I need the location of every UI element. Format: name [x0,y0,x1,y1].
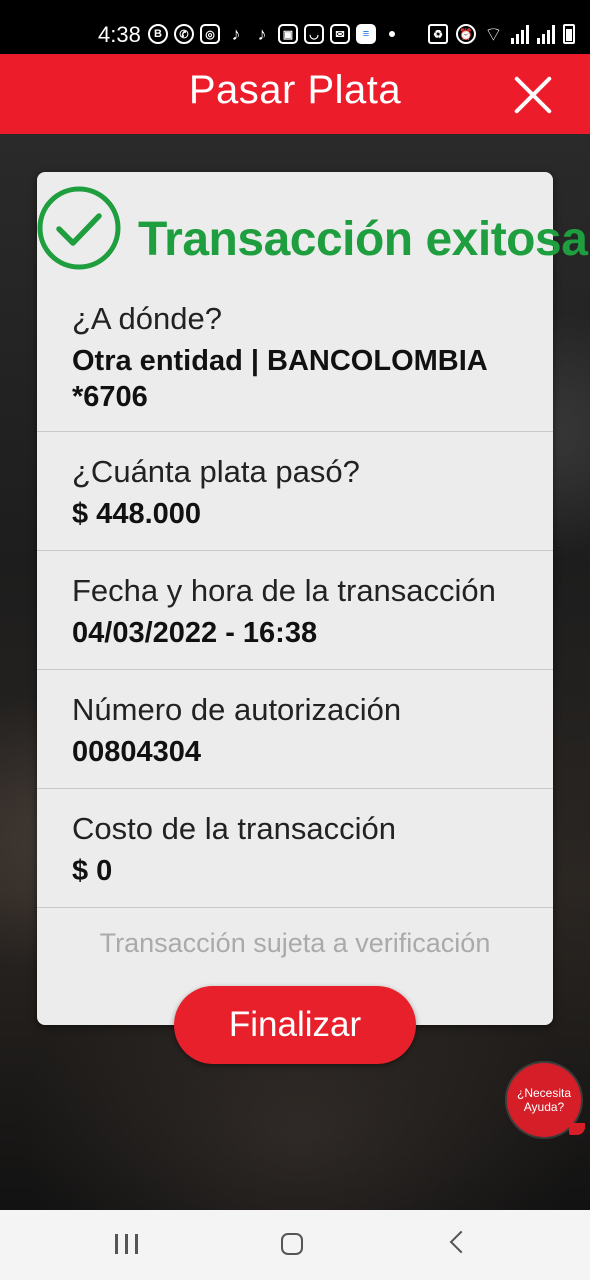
system-icons: ♻ ⏰ ⌔ [428,22,575,46]
outlook-icon: ◡ [304,24,324,44]
instagram-icon: ◎ [200,24,220,44]
signal-icon [510,24,529,44]
destination-row: ¿A dónde? Otra entidad | BANCOLOMBIA *67… [37,285,553,431]
docs-icon: ≡ [356,24,376,44]
tiktok-icon: ♪ [231,23,241,44]
battery-saver-icon: ♻ [428,24,448,44]
alarm-icon: ⏰ [456,24,476,44]
cost-value: $ 0 [72,855,113,887]
status-bar: 4:38 B ✆ ◎ ♪ ♪ ▣ ◡ ✉ ≡ ♻ ⏰ ⌔ [0,0,590,54]
battery-icon [562,24,575,44]
close-icon[interactable] [510,72,556,118]
help-button[interactable]: ¿Necesita Ayuda? [507,1063,585,1137]
destination-value: Otra entidad | BANCOLOMBIA *6706 [72,345,487,413]
authorization-row: Número de autorización 00804304 [37,669,553,789]
cost-label: Costo de la transacción [72,811,396,846]
help-label-line1: ¿Necesita [516,1086,572,1100]
signal-icon [536,24,555,44]
tiktok-icon: ♪ [257,23,267,44]
b-icon: B [148,24,168,44]
notification-icons: B ✆ ◎ ♪ ♪ ▣ ◡ ✉ ≡ [148,22,376,46]
more-notifications-dot [389,31,395,37]
status-time: 4:38 [98,22,141,47]
authorization-value: 00804304 [72,736,202,768]
gallery-icon: ▣ [278,24,298,44]
destination-label: ¿A dónde? [72,301,222,336]
success-title: Transacción exitosa [138,213,588,266]
cost-row: Costo de la transacción $ 0 [37,788,553,908]
android-nav-bar [0,1210,590,1280]
amount-row: ¿Cuánta plata pasó? $ 448.000 [37,431,553,551]
mail-icon: ✉ [330,24,350,44]
verification-note: Transacción sujeta a verificación [99,928,491,958]
transaction-receipt-card: Transacción exitosa ¿A dónde? Otra entid… [37,172,588,1025]
home-icon[interactable] [281,1233,303,1255]
recent-apps-icon[interactable] [115,1234,138,1254]
datetime-label: Fecha y hora de la transacción [72,573,496,608]
check-circle-icon [37,186,121,270]
page-title: Pasar Plata [188,68,402,112]
whatsapp-icon: ✆ [174,24,194,44]
amount-label: ¿Cuánta plata pasó? [72,454,360,489]
finalize-button[interactable]: Finalizar [174,986,416,1064]
datetime-value: 04/03/2022 - 16:38 [72,617,318,649]
authorization-label: Número de autorización [72,692,402,727]
app-header: Pasar Plata [0,54,590,134]
back-icon[interactable] [449,1230,473,1254]
datetime-row: Fecha y hora de la transacción 04/03/202… [37,550,553,670]
help-label-line2: Ayuda? [523,1100,565,1114]
wifi-icon: ⌔ [484,23,503,46]
success-banner: Transacción exitosa [37,184,590,274]
amount-value: $ 448.000 [72,498,202,530]
